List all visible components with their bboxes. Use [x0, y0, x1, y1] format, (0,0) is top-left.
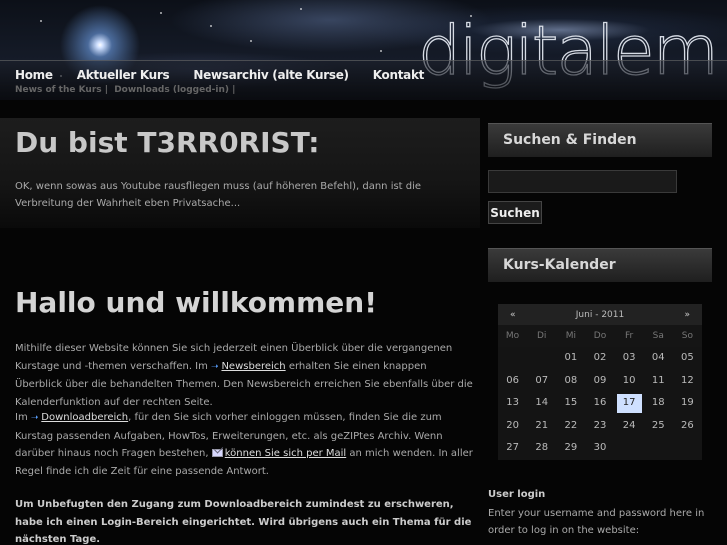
search-input[interactable]: [488, 170, 677, 193]
mail-icon: [211, 449, 223, 457]
calendar-day[interactable]: 30: [585, 437, 614, 460]
calendar-weekday: Fr: [625, 331, 634, 341]
calendar-next-button[interactable]: »: [684, 310, 690, 320]
calendar-prev-button[interactable]: «: [510, 310, 516, 320]
post-title-terrorist[interactable]: Du bist T3RR0RIST:: [15, 126, 319, 159]
search-box-header: Suchen & Finden: [488, 123, 712, 157]
calendar-empty-cell: [615, 437, 644, 460]
calendar-day[interactable]: 09: [585, 370, 614, 393]
calendar-day[interactable]: 08: [556, 370, 585, 393]
calendar-day[interactable]: 15: [556, 392, 585, 415]
calendar-day[interactable]: 01: [556, 347, 585, 370]
calendar-day[interactable]: 22: [556, 415, 585, 438]
calendar-day[interactable]: 21: [527, 415, 556, 438]
welcome-paragraph-3: Um Unbefugten den Zugang zum Downloadber…: [15, 499, 472, 545]
calendar-day[interactable]: 27: [498, 437, 527, 460]
welcome-title: Hallo und willkommen!: [15, 286, 377, 319]
calendar-day[interactable]: 19: [673, 392, 702, 415]
calendar-day[interactable]: 25: [644, 415, 673, 438]
calendar-day[interactable]: 17: [616, 394, 642, 413]
welcome-paragraph-1: Mithilfe dieser Website können Sie sich …: [15, 343, 473, 408]
mail-link[interactable]: können Sie sich per Mail: [225, 448, 346, 459]
calendar-day[interactable]: 16: [585, 392, 614, 415]
course-calendar: « Juni - 2011 » Mo Di Mi Do Fr Sa So 01 02 03 04 0…: [498, 304, 702, 460]
calendar-day[interactable]: 02: [585, 347, 614, 370]
calendar-header: « Juni - 2011 »: [498, 304, 702, 325]
calendar-day[interactable]: 24: [615, 415, 644, 438]
calendar-day[interactable]: 26: [673, 415, 702, 438]
calendar-empty-cell: [644, 437, 673, 460]
main-navigation: Home Aktueller Kurs Newsarchiv (alte Kur…: [0, 60, 727, 100]
subnav-news[interactable]: News of the Kurs |: [15, 85, 108, 95]
calendar-weekday: Do: [593, 331, 607, 341]
calendar-weekday: Sa: [652, 331, 664, 341]
search-title: Suchen & Finden: [503, 132, 637, 148]
calendar-weekday: Mo: [505, 331, 520, 341]
calendar-weekdays: Mo Di Mi Do Fr Sa So: [498, 325, 702, 347]
nav-kontakt[interactable]: Kontakt: [373, 68, 425, 82]
calendar-grid: 01 02 03 04 05 06 07 08 09 10 11 12 13 14 15 16 17 18 19 20…: [498, 347, 702, 460]
nav-newsarchiv[interactable]: Newsarchiv (alte Kurse): [193, 68, 349, 82]
calendar-weekday: Mi: [565, 331, 576, 341]
calendar-day[interactable]: 12: [673, 370, 702, 393]
login-text: Enter your username and password here in…: [488, 508, 705, 536]
search-button[interactable]: Suchen: [488, 201, 542, 224]
calendar-weekday: Di: [536, 331, 547, 341]
link-arrow-icon: ➝: [30, 413, 42, 423]
calendar-day[interactable]: 28: [527, 437, 556, 460]
calendar-day[interactable]: 14: [527, 392, 556, 415]
downloadbereich-link[interactable]: Downloadbereich: [41, 412, 128, 423]
calendar-box-header: Kurs-Kalender: [488, 248, 712, 282]
calendar-day[interactable]: 05: [673, 347, 702, 370]
calendar-day[interactable]: 13: [498, 392, 527, 415]
calendar-title: Kurs-Kalender: [503, 257, 616, 273]
calendar-empty-cell: [673, 437, 702, 460]
calendar-day[interactable]: 29: [556, 437, 585, 460]
calendar-day[interactable]: 04: [644, 347, 673, 370]
nav-home[interactable]: Home: [15, 68, 53, 82]
site-header: digitalem Home Aktueller Kurs Newsarchiv…: [0, 0, 727, 100]
link-arrow-icon: ➝: [211, 361, 222, 372]
calendar-day[interactable]: 10: [615, 370, 644, 393]
calendar-empty-cell: [498, 347, 527, 370]
newsbereich-link[interactable]: Newsbereich: [221, 361, 285, 372]
calendar-day[interactable]: 20: [498, 415, 527, 438]
calendar-day[interactable]: 11: [644, 370, 673, 393]
calendar-month: Juni - 2011: [575, 309, 625, 320]
nav-aktueller-kurs[interactable]: Aktueller Kurs: [77, 68, 170, 82]
post-text-terrorist: OK, wenn sowas aus Youtube rausfliegen m…: [15, 181, 422, 209]
calendar-empty-cell: [527, 347, 556, 370]
calendar-day[interactable]: 23: [585, 415, 614, 438]
welcome-paragraph-2: Im ➝ Downloadbereich, für den Sie sich v…: [15, 412, 473, 477]
calendar-weekday: So: [681, 331, 694, 341]
subnav-downloads[interactable]: Downloads (logged-in) |: [114, 85, 235, 95]
calendar-day[interactable]: 03: [615, 347, 644, 370]
login-title: User login: [488, 489, 546, 500]
sub-navigation: News of the Kurs | Downloads (logged-in)…: [15, 85, 238, 95]
calendar-day[interactable]: 07: [527, 370, 556, 393]
calendar-day[interactable]: 06: [498, 370, 527, 393]
calendar-day[interactable]: 18: [644, 392, 673, 415]
